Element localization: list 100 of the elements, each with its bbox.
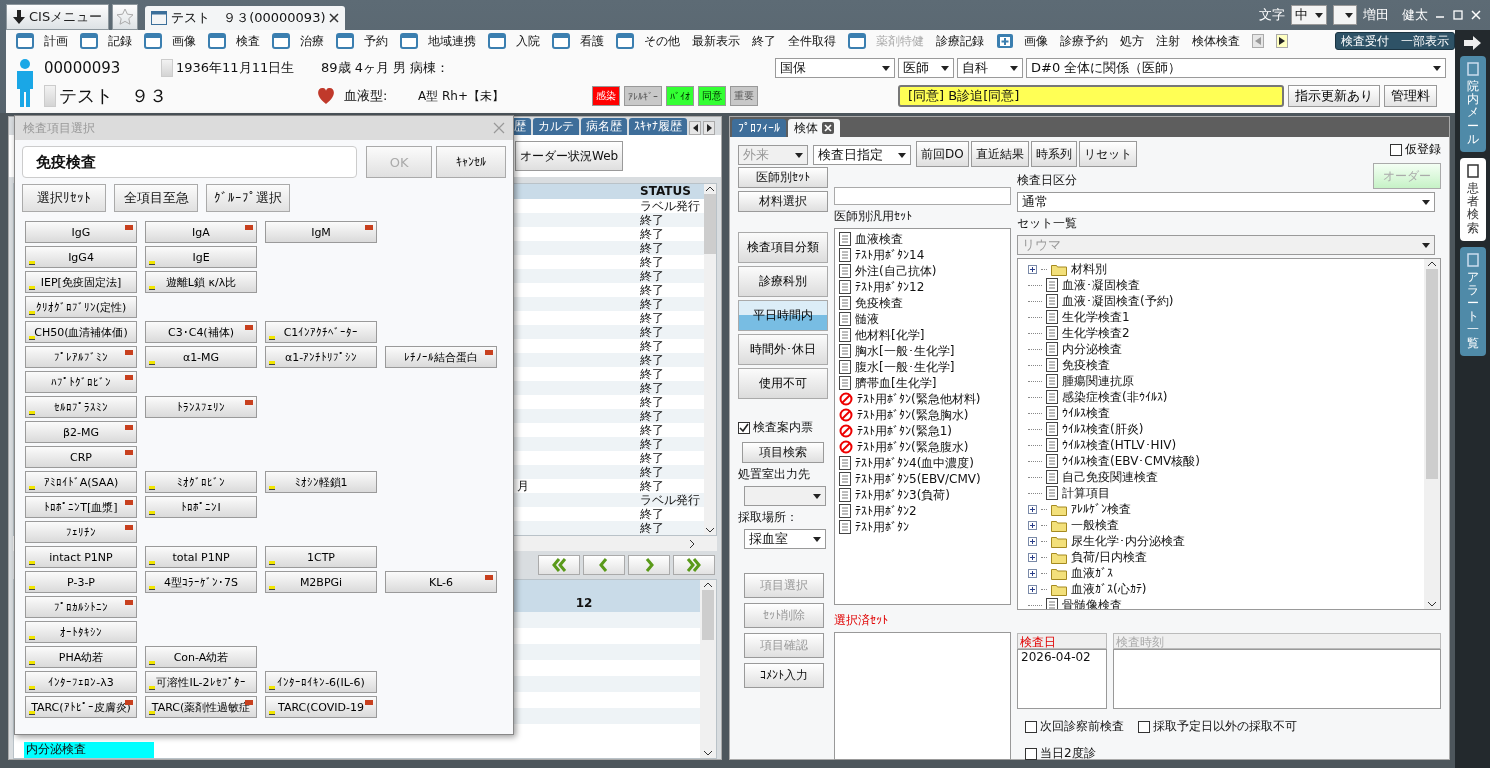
test-item-button[interactable]: IgA [145,221,257,243]
selected-set-list[interactable] [834,632,1011,760]
scrollbar[interactable] [1424,259,1440,609]
date-select[interactable]: 検査日指定 [813,145,911,165]
scroll-thumb[interactable] [1426,269,1438,479]
toolbar-button[interactable]: 時系列 [1030,141,1077,167]
test-item-button[interactable]: ﾌﾟﾛｶﾙｼﾄﾆﾝ [25,596,137,618]
set-list-item[interactable]: ﾃｽﾄ用ﾎﾞﾀﾝ(緊急他材料) [839,391,1006,407]
test-item-button[interactable]: P-3-P [25,571,137,593]
set-list-item[interactable]: 腹水[一般･生化学] [839,359,1006,375]
menu-item[interactable]: 予約 [336,32,388,50]
header-select[interactable]: D#0 全体に関係（医師） [1026,58,1446,78]
set-list-item[interactable]: ﾃｽﾄ用ﾎﾞﾀﾝ(緊急腹水) [839,439,1006,455]
test-item-button[interactable]: M2BPGi [265,571,377,593]
font-size-select[interactable]: 中 [1291,5,1327,25]
date-list[interactable]: 2026-04-02 [1017,649,1107,709]
header-button[interactable]: 指示更新あり [1288,85,1380,107]
test-item-button[interactable]: CRP [25,446,137,468]
header-button[interactable]: 管理料 [1384,85,1437,107]
set-list-item[interactable]: 胸水[一般･生化学] [839,343,1006,359]
tree-item[interactable]: ｳｲﾙｽ検査(肝炎) [1028,421,1424,437]
set-list-item[interactable]: 他材料[化学] [839,327,1006,343]
scroll-thumb[interactable] [702,590,714,640]
category-button[interactable]: 平日時間内 [738,300,828,331]
place-select[interactable]: 採血室 [744,529,826,549]
tree-item[interactable]: 一般検査 [1028,517,1424,533]
tree-item[interactable]: 免疫検査 [1028,357,1424,373]
item-search-button[interactable]: 項目検索 [742,442,824,463]
set-list-item[interactable]: ﾃｽﾄ用ﾎﾞﾀﾝ4(血中濃度) [839,455,1006,471]
tree-item[interactable]: 負荷/日内検査 [1028,549,1424,565]
tree-item[interactable]: 血液･凝固検査(予約) [1028,293,1424,309]
menu-item[interactable]: 治療 [272,32,324,50]
menu-item[interactable]: その他 [616,32,680,50]
set-list-item[interactable]: ﾃｽﾄ用ﾎﾞﾀﾝ14 [839,247,1006,263]
test-item-button[interactable]: 4型ｺﾗｰｹﾞﾝ･7S [145,571,257,593]
test-item-button[interactable]: ｲﾝﾀｰﾌｪﾛﾝ-λ3 [25,671,137,693]
dialog-action-button[interactable]: 全項目至急 [114,184,198,212]
tree-item[interactable]: 血液ｶﾞｽ [1028,565,1424,581]
next-page-button[interactable] [628,555,670,575]
side-tab[interactable]: 院内メール [1459,56,1486,152]
expand-icon[interactable] [1028,520,1037,530]
toolbar-button[interactable]: 直近結果 [970,141,1029,167]
tab-left-button[interactable] [689,121,701,135]
test-item-button[interactable]: ﾌﾟﾚｱﾙﾌﾞﾐﾝ [25,346,137,368]
test-item-button[interactable]: β2-MG [25,421,137,443]
set-list-item[interactable]: ﾃｽﾄ用ﾎﾞﾀﾝ12 [839,279,1006,295]
set-list-item[interactable]: 血液検査 [839,231,1006,247]
test-item-button[interactable]: ｵｰﾄﾀｷｼﾝ [25,621,137,643]
test-item-button[interactable]: total P1NP [145,546,257,568]
test-item-button[interactable]: CH50(血清補体価) [25,321,137,343]
test-item-button[interactable]: C3･C4(補体) [145,321,257,343]
set-list-item[interactable]: ﾃｽﾄ用ﾎﾞﾀﾝ [839,519,1006,535]
tree-item[interactable]: 生化学検査1 [1028,309,1424,325]
test-item-button[interactable]: ﾌｪﾘﾁﾝ [25,521,137,543]
set-list-item[interactable]: 臍帯血[生化学] [839,375,1006,391]
scroll-thumb[interactable] [704,194,716,254]
category-button[interactable]: 使用不可 [738,368,828,399]
tree-item[interactable]: ｳｲﾙｽ検査(HTLV･HIV) [1028,437,1424,453]
menu-item[interactable]: 地域連携 [400,32,476,50]
option-checkbox[interactable]: 当日2度診 [1025,745,1096,762]
menu-item[interactable]: 看護 [552,32,604,50]
test-item-button[interactable]: ｲﾝﾀｰﾛｲｷﾝ-6(IL-6) [265,671,377,693]
expand-icon[interactable] [1028,536,1037,546]
test-item-button[interactable]: ﾐｵｸﾞﾛﾋﾞﾝ [145,471,257,493]
test-item-button[interactable]: ﾐｵｼﾝ軽鎖1 [265,471,377,493]
guide-checkbox[interactable]: 検査案内票 [738,419,828,436]
tree-item[interactable]: ｳｲﾙｽ検査 [1028,405,1424,421]
output-select[interactable] [744,486,826,506]
scrollbar[interactable] [700,580,716,758]
first-page-button[interactable] [538,555,580,575]
test-item-button[interactable]: 可溶性IL-2ﾚｾﾌﾟﾀｰ [145,671,257,693]
set-list-item[interactable]: ﾃｽﾄ用ﾎﾞﾀﾝ(緊急胸水) [839,407,1006,423]
set-list-item[interactable]: 外注(自己抗体) [839,263,1006,279]
scrollbar[interactable] [704,184,716,535]
tree-item[interactable]: ｳｲﾙｽ検査(EBV･CMV核酸) [1028,453,1424,469]
test-item-button[interactable]: IgE [145,246,257,268]
menu-item[interactable]: 検体検査 [1192,32,1240,50]
menu-item[interactable]: 計画 [16,32,68,50]
test-item-button[interactable]: ｱﾐﾛｲﾄﾞA(SAA) [25,471,137,493]
empty-select[interactable] [1333,5,1357,25]
test-item-button[interactable]: 遊離L鎖 κ/λ比 [145,271,257,293]
test-item-button[interactable]: ﾄﾛﾎﾟﾆﾝI [145,496,257,518]
set-button[interactable]: 材料選択 [738,191,828,212]
toolbar-button[interactable]: リセット [1078,141,1137,167]
option-checkbox[interactable]: 採取予定日以外の採取不可 [1138,718,1297,735]
menu-item[interactable]: 注射 [1156,32,1180,50]
provisional-checkbox[interactable]: 仮登録 [1390,141,1441,158]
set-button[interactable]: 医師別ｾｯﾄ [738,167,828,188]
panel-tab[interactable]: ﾌﾟﾛﾌｨｰﾙ [732,119,786,137]
cancel-button[interactable]: ｷｬﾝｾﾙ [436,146,506,178]
tree-item[interactable]: 血液･凝固検査 [1028,277,1424,293]
set-list-item[interactable]: ﾃｽﾄ用ﾎﾞﾀﾝ5(EBV/CMV) [839,471,1006,487]
tree-item[interactable]: ｱﾚﾙｹﾞﾝ検査 [1028,501,1424,517]
action-button[interactable]: ｺﾒﾝﾄ入力 [744,663,824,688]
panel-tab[interactable]: 検体 [788,119,840,137]
tree-item[interactable]: 材料別 [1028,261,1424,277]
tree-item[interactable]: 計算項目 [1028,485,1424,501]
test-item-button[interactable]: C1ｲﾝｱｸﾁﾍﾞｰﾀｰ [265,321,377,343]
test-item-button[interactable]: intact P1NP [25,546,137,568]
test-item-button[interactable]: KL-6 [385,571,497,593]
